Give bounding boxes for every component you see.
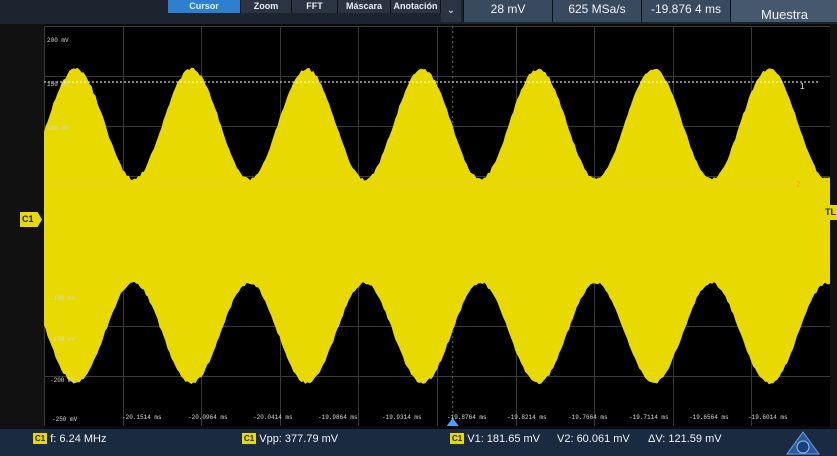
menu-cursor[interactable]: Cursor (168, 0, 241, 13)
chevron-down-icon[interactable]: ⌄ (441, 0, 461, 22)
frequency-value: f: 6.24 MHz (50, 433, 106, 445)
channel-1-waveform (44, 68, 830, 384)
top-toolbar: Cursor Zoom FFT Máscara Anotación ⌄ 28 m… (0, 0, 837, 24)
x-tick-label: -19.7664 ms (568, 414, 608, 421)
cursor-v2-value: V2: 60.061 mV (557, 433, 630, 446)
x-tick-label: -19.8214 ms (507, 414, 547, 421)
channel-badge: C1 (450, 433, 464, 444)
x-tick-label: -20.1514 ms (122, 414, 162, 421)
time-position-readout[interactable]: -19.876 4 ms (641, 0, 730, 22)
cursor-v1-measurement[interactable]: C1 V1: 181.65 mV (450, 433, 540, 446)
x-tick-label: -19.9314 ms (382, 414, 422, 421)
y-tick-label: -200 mV (50, 377, 75, 384)
menu-mascara[interactable]: Máscara (338, 0, 391, 13)
menu-zoom[interactable]: Zoom (241, 0, 292, 13)
channel-1-offset-marker[interactable]: C1 (20, 212, 42, 227)
x-tick-label: -19.6564 ms (689, 414, 729, 421)
x-tick-label: -19.8764 ms (447, 414, 487, 421)
frequency-measurement[interactable]: C1 f: 6.24 MHz (33, 433, 106, 446)
x-tick-label: -19.9864 ms (318, 414, 358, 421)
channel-badge: C1 (242, 433, 256, 444)
menu-fft[interactable]: FFT (292, 0, 338, 13)
y-tick-label: 100 mV (47, 125, 69, 132)
v1-value: V1: 181.65 mV (467, 433, 540, 445)
brand-logo-icon (785, 430, 821, 456)
channel-badge: C1 (33, 433, 47, 444)
y-tick-label: -100 mV (50, 295, 75, 302)
vertical-scale-readout[interactable]: 28 mV (463, 0, 552, 22)
cursor-1-label[interactable]: 1 (800, 82, 804, 91)
sample-rate-readout[interactable]: 625 MSa/s (552, 0, 641, 22)
waveform-display (44, 26, 830, 426)
vpp-measurement[interactable]: C1 Vpp: 377.79 mV (242, 433, 338, 446)
menu-anotacion[interactable]: Anotación (391, 0, 441, 13)
y-tick-label: -150 mV (50, 336, 75, 343)
x-tick-label: -20.0414 ms (253, 414, 293, 421)
right-bezel (830, 24, 837, 429)
y-tick-label: -250 mV (52, 416, 77, 423)
y-tick-label: 150 mV (47, 81, 69, 88)
waveform-svg (44, 26, 830, 426)
x-tick-label: -19.6014 ms (748, 414, 788, 421)
y-tick-label: 200 mV (47, 37, 69, 44)
cursor-2-label[interactable]: 2 (796, 180, 800, 189)
x-tick-label: -20.0964 ms (188, 414, 228, 421)
x-tick-label: -19.7114 ms (629, 414, 669, 421)
vpp-value: Vpp: 377.79 mV (259, 433, 338, 445)
acquisition-mode-button[interactable]: Muestra (730, 0, 837, 22)
cursor-dv-value: ΔV: 121.59 mV (648, 433, 722, 446)
